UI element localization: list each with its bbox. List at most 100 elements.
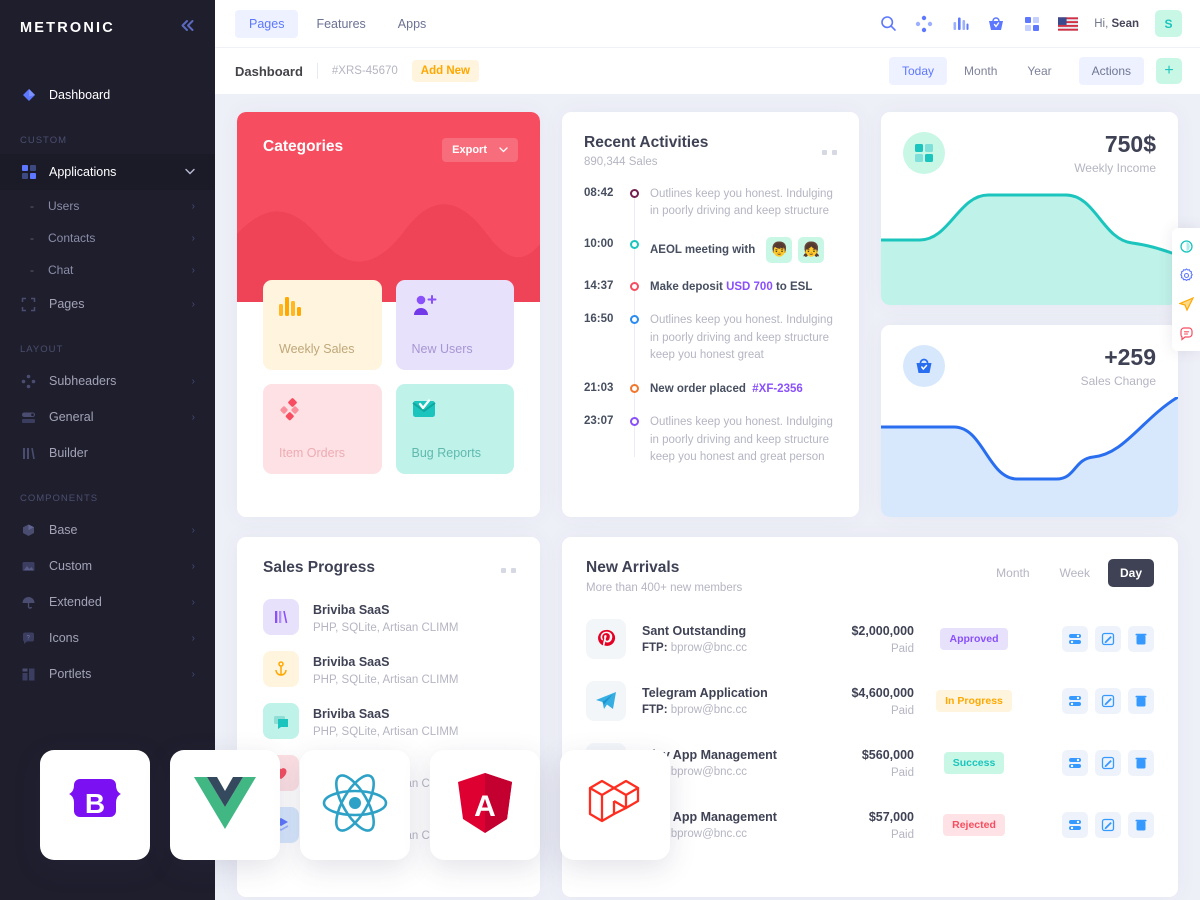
delete-trash-icon[interactable] (1128, 750, 1154, 776)
more-options-icon[interactable] (501, 568, 516, 573)
double-chevron-left-icon[interactable] (180, 19, 195, 36)
sidebar-item-custom[interactable]: Custom › (0, 548, 215, 584)
avatar[interactable]: S (1155, 10, 1182, 37)
edit-pencil-icon[interactable] (1095, 750, 1121, 776)
sidebar-label: Portlets (49, 667, 92, 681)
sidebar-item-applications[interactable]: Applications (0, 154, 215, 190)
basket-icon[interactable] (986, 14, 1006, 34)
edit-pencil-icon[interactable] (1095, 688, 1121, 714)
sidebar-item-icons[interactable]: ? Icons › (0, 620, 215, 656)
order-id-link[interactable]: #XF-2356 (752, 383, 803, 395)
grid-icon[interactable] (1022, 14, 1042, 34)
delete-trash-icon[interactable] (1128, 812, 1154, 838)
sidebar-section-custom: CUSTOM (20, 135, 67, 146)
delete-trash-icon[interactable] (1128, 688, 1154, 714)
filter-today[interactable]: Today (889, 57, 948, 85)
add-new-button[interactable]: Add New (411, 60, 479, 82)
droplet-icon[interactable] (1172, 233, 1200, 259)
table-row[interactable]: Mivy App Management FTP: bprow@bnc.cc $5… (586, 732, 1154, 794)
sidebar-item-pages[interactable]: Pages › (0, 286, 215, 322)
grid-squares-icon (20, 164, 37, 181)
chevron-right-icon: › (191, 411, 195, 423)
row-info: Telegram Application FTP: bprow@bnc.cc (626, 686, 796, 716)
sidebar-item-chat[interactable]: - Chat › (0, 254, 215, 286)
framework-card-react[interactable] (300, 750, 410, 860)
table-row[interactable]: Telegram Application FTP: bprow@bnc.cc $… (586, 670, 1154, 732)
table-row[interactable]: Sant Outstanding FTP: bprow@bnc.cc $2,00… (586, 608, 1154, 670)
tab-apps[interactable]: Apps (384, 10, 441, 38)
timeline-text: AEOL meeting with (650, 243, 756, 256)
divider (316, 63, 318, 79)
list-item[interactable]: Briviba SaaS PHP, SQLite, Artisan CLIMM (237, 591, 540, 643)
chat-bubble-icon[interactable] (1172, 320, 1200, 346)
filter-year[interactable]: Year (1014, 57, 1064, 85)
dash-icon: - (30, 199, 34, 213)
settings-list-icon[interactable] (1062, 812, 1088, 838)
framework-card-bootstrap[interactable]: B (40, 750, 150, 860)
stat-label: Sales Change (1080, 373, 1156, 388)
export-button[interactable]: Export (442, 138, 518, 162)
plus-icon[interactable]: + (1156, 58, 1182, 84)
edit-pencil-icon[interactable] (1095, 626, 1121, 652)
gear-icon[interactable] (1172, 262, 1200, 288)
deposit-amount-link[interactable]: USD 700 (726, 281, 773, 293)
status-badge: Success (943, 752, 1005, 774)
stat-label: Weekly Income (1074, 161, 1156, 176)
diamond-icon (20, 87, 37, 104)
topbar-actions: Hi, Sean S (878, 10, 1182, 37)
sidebar-item-builder[interactable]: Builder (0, 435, 215, 471)
framework-card-vue[interactable] (170, 750, 280, 860)
tile-item-orders[interactable]: Item Orders (263, 384, 382, 474)
sidebar-label: Extended (49, 595, 102, 609)
tile-weekly-sales[interactable]: Weekly Sales (263, 280, 382, 370)
framework-card-angular[interactable]: A (430, 750, 540, 860)
sidebar-item-extended[interactable]: Extended › (0, 584, 215, 620)
range-week[interactable]: Week (1048, 559, 1102, 587)
greeting-prefix: Hi, (1094, 17, 1109, 30)
row-actions (1034, 812, 1154, 838)
sidebar-item-contacts[interactable]: - Contacts › (0, 222, 215, 254)
tile-new-users[interactable]: New Users (395, 280, 514, 370)
dash-icon: - (30, 263, 34, 277)
range-month[interactable]: Month (984, 559, 1041, 587)
settings-list-icon[interactable] (1062, 750, 1088, 776)
sales-change-sparkline (881, 397, 1178, 517)
sales-progress-title: Sales Progress (263, 559, 376, 576)
framework-card-laravel[interactable] (560, 750, 670, 860)
chevron-right-icon: › (191, 560, 195, 572)
list-item[interactable]: Briviba SaaS PHP, SQLite, Artisan CLIMM (237, 695, 540, 747)
nodes-icon[interactable] (914, 14, 934, 34)
status-badge: Rejected (943, 814, 1005, 836)
edit-pencil-icon[interactable] (1095, 812, 1121, 838)
settings-list-icon[interactable] (1062, 688, 1088, 714)
table-row[interactable]: Mivy App Management FTP: bprow@bnc.cc $5… (586, 794, 1154, 856)
tab-pages[interactable]: Pages (235, 9, 299, 38)
new-arrivals-title: New Arrivals (586, 559, 680, 576)
tile-bug-reports[interactable]: Bug Reports (395, 384, 514, 474)
timeline-text-wrap: AEOL meeting with 👦 👧 (648, 236, 837, 263)
sidebar-item-portlets[interactable]: Portlets › (0, 656, 215, 692)
tab-features[interactable]: Features (302, 10, 379, 38)
send-icon[interactable] (1172, 291, 1200, 317)
sidebar-item-general[interactable]: General › (0, 399, 215, 435)
range-day[interactable]: Day (1107, 559, 1154, 587)
timeline-item: 10:00 AEOL meeting with 👦 👧 (584, 236, 837, 263)
sidebar-section-layout: LAYOUT (20, 344, 64, 355)
flag-us-icon[interactable] (1058, 14, 1079, 34)
actions-button[interactable]: Actions (1078, 57, 1144, 85)
filter-month[interactable]: Month (951, 57, 1010, 85)
bar-chart-icon[interactable] (950, 14, 970, 34)
sidebar-item-dashboard[interactable]: Dashboard (0, 77, 215, 113)
sidebar-item-base[interactable]: Base › (0, 512, 215, 548)
amount-value: $560,000 (861, 747, 914, 762)
settings-list-icon[interactable] (1062, 626, 1088, 652)
sidebar-item-subheaders[interactable]: Subheaders › (0, 363, 215, 399)
timeline-item: 08:42 Outlines keep you honest. Indulgin… (584, 186, 837, 221)
list-item[interactable]: Briviba SaaS PHP, SQLite, Artisan CLIMM (237, 643, 540, 695)
search-icon[interactable] (878, 14, 898, 34)
delete-trash-icon[interactable] (1128, 626, 1154, 652)
sales-change-card: +259 Sales Change (881, 324, 1178, 517)
more-options-icon[interactable] (822, 150, 837, 155)
timeline-item: 14:37 Make deposit USD 700 to ESL (584, 279, 837, 296)
sidebar-item-users[interactable]: - Users › (0, 190, 215, 222)
